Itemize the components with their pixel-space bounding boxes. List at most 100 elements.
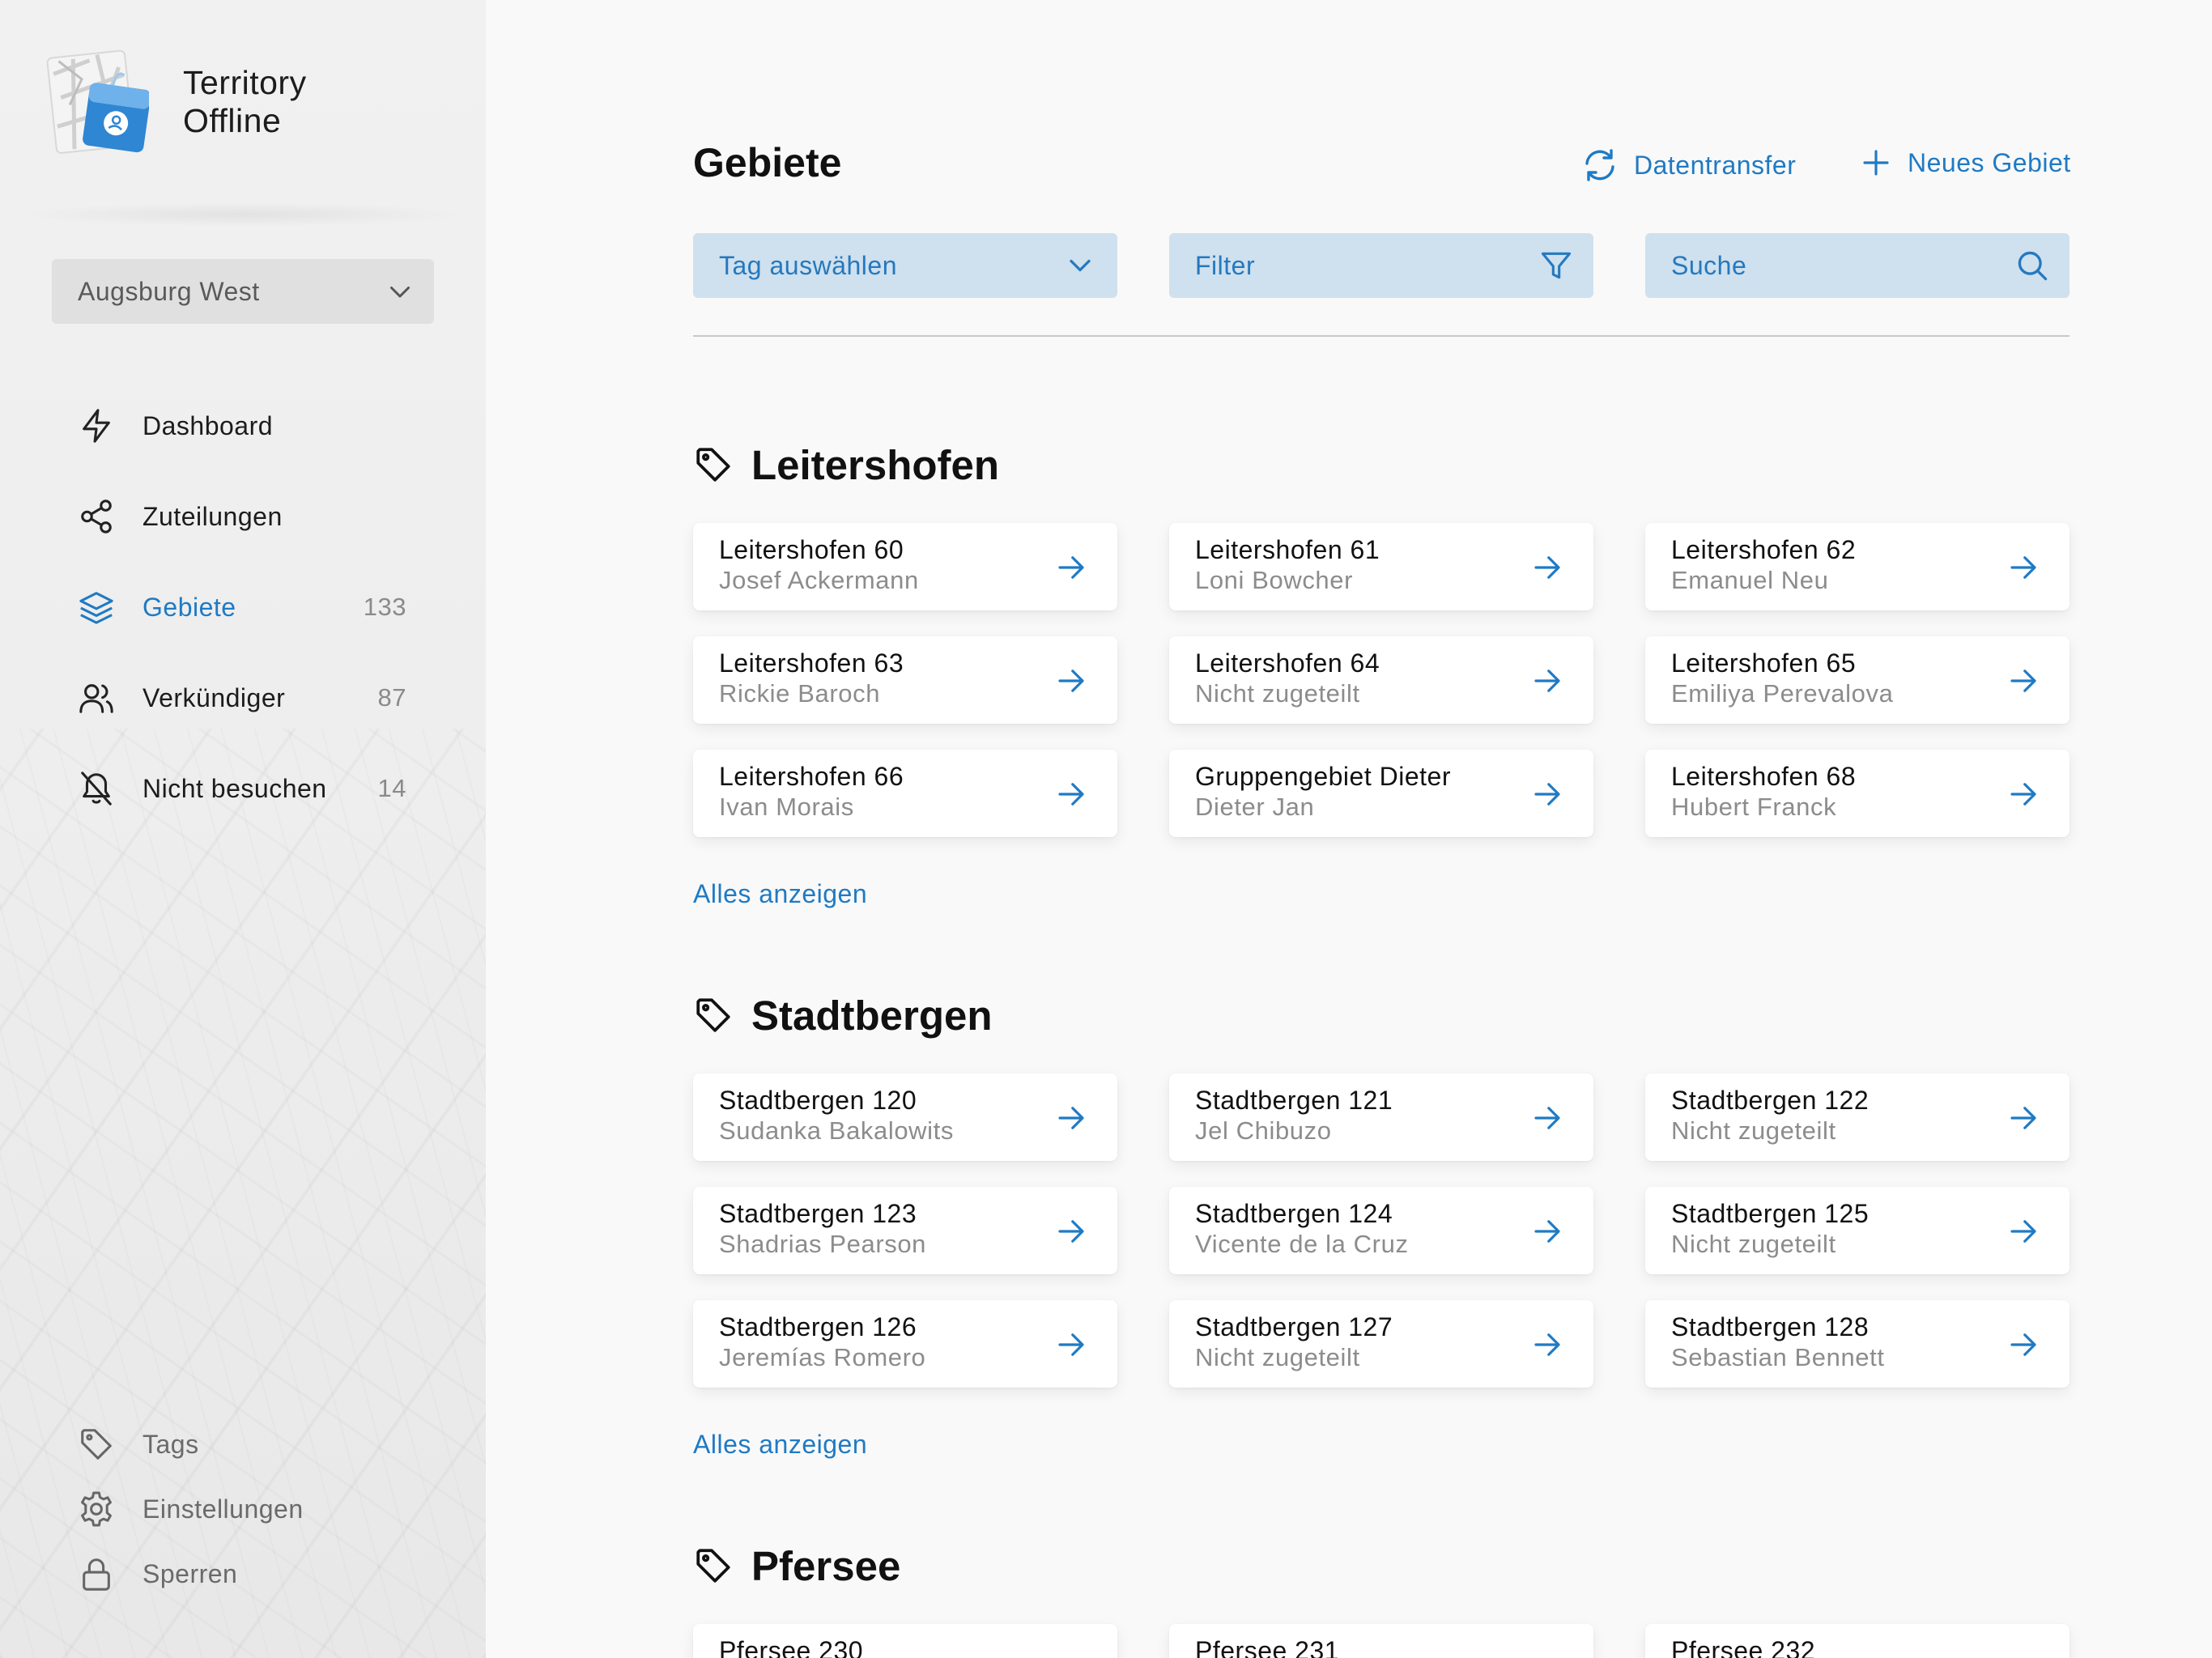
bottom-nav: Tags Einstellungen Sperren (0, 1412, 486, 1606)
section-title: Leitershofen (751, 441, 1000, 488)
territory-name: Pfersee 232 (1671, 1636, 1816, 1658)
arrow-right-icon (2010, 1107, 2036, 1129)
sidebar: Territory Offline Augsburg West Dashboar… (0, 0, 486, 1658)
assignee-name: Sebastian Bennett (1671, 1343, 1885, 1371)
search-input[interactable]: Suche (1645, 233, 2069, 298)
territory-name: Leitershofen 61 (1195, 535, 1380, 564)
territory-name: Pfersee 231 (1195, 1636, 1340, 1658)
search-icon (2014, 248, 2050, 290)
arrow-right-icon (1058, 783, 1084, 806)
chevron-down-icon (385, 277, 415, 312)
data-transfer-button[interactable]: Datentransfer (1580, 146, 1796, 185)
header-divider (693, 335, 2069, 337)
data-transfer-label: Datentransfer (1634, 150, 1797, 180)
nav-item-label: Nicht besuchen (143, 773, 327, 803)
assignee-name: Ivan Morais (719, 793, 854, 821)
section-stadtbergen: Stadtbergen Stadtbergen 120 Sudanka Baka… (693, 983, 2069, 1459)
nav-item-count: 14 (377, 774, 406, 802)
nav-item-dashboard[interactable]: Dashboard (0, 380, 486, 471)
assignee-name: Dieter Jan (1195, 793, 1315, 821)
nav-item-count: 87 (377, 683, 406, 712)
territory-card[interactable]: Leitershofen 63 Rickie Baroch (693, 636, 1117, 724)
assignee-name: Jeremías Romero (719, 1343, 926, 1371)
tag-select[interactable]: Tag auswählen (693, 233, 1117, 298)
funnel-icon (1538, 248, 1574, 290)
territory-card[interactable]: Stadtbergen 123 Shadrias Pearson (693, 1187, 1117, 1274)
arrow-right-icon (1058, 556, 1084, 579)
gear-icon (76, 1489, 117, 1529)
territory-card[interactable]: Leitershofen 65 Emiliya Perevalova (1645, 636, 2069, 724)
main-nav: Dashboard Zuteilungen Gebiete 133 Verkün… (0, 380, 486, 834)
territory-name: Gruppengebiet Dieter (1195, 762, 1451, 791)
users-icon (76, 678, 117, 718)
territory-name: Leitershofen 62 (1671, 535, 1857, 564)
tag-select-placeholder: Tag auswählen (719, 250, 897, 280)
app-name-line2: Offline (183, 102, 282, 139)
assignee-name: Sudanka Bakalowits (719, 1116, 954, 1145)
share-icon (76, 496, 117, 537)
assignee-name: Nicht zugeteilt (1671, 1230, 1836, 1258)
nav-item-label: Tags (143, 1429, 199, 1459)
territory-card[interactable]: Leitershofen 60 Josef Ackermann (693, 523, 1117, 610)
page-title: Gebiete (693, 140, 842, 185)
nav-item-label: Verkündiger (143, 682, 286, 712)
territory-name: Stadtbergen 127 (1195, 1312, 1393, 1341)
nav-item-count: 133 (363, 593, 406, 621)
bell-off-icon (76, 768, 117, 809)
nav-item-settings[interactable]: Einstellungen (0, 1477, 486, 1541)
nav-item-assignments[interactable]: Zuteilungen (0, 471, 486, 562)
arrow-right-icon (1058, 1220, 1084, 1243)
section-header: Leitershofen (693, 432, 2069, 497)
territory-name: Leitershofen 66 (719, 762, 904, 791)
section-header: Stadtbergen (693, 983, 2069, 1048)
lock-icon (76, 1554, 117, 1594)
territory-card[interactable]: Stadtbergen 126 Jeremías Romero (693, 1300, 1117, 1388)
arrow-right-icon (1534, 783, 1560, 806)
territory-card[interactable]: Leitershofen 61 Loni Bowcher (1169, 523, 1593, 610)
assignee-name: Nicht zugeteilt (1195, 1343, 1360, 1371)
territory-card[interactable]: Stadtbergen 120 Sudanka Bakalowits (693, 1073, 1117, 1161)
nav-item-publishers[interactable]: Verkündiger 87 (0, 653, 486, 743)
show-all-link[interactable]: Alles anzeigen (693, 1430, 867, 1460)
filter-select[interactable]: Filter (1169, 233, 1593, 298)
new-territory-button[interactable]: Neues Gebiet (1859, 146, 2071, 180)
arrow-right-icon (1058, 670, 1084, 692)
assignee-name: Hubert Franck (1671, 793, 1837, 821)
main-content: Gebiete Datentransfer Neues Gebiet Tag a… (486, 0, 2212, 1658)
show-all-link[interactable]: Alles anzeigen (693, 879, 867, 909)
section-title: Stadtbergen (751, 992, 993, 1039)
territory-name: Stadtbergen 123 (719, 1199, 917, 1228)
tag-icon (696, 1549, 730, 1583)
assignee-name: Emanuel Neu (1671, 566, 1829, 594)
territory-card[interactable]: Stadtbergen 125 Nicht zugeteilt (1645, 1187, 2069, 1274)
territory-card[interactable]: Stadtbergen 121 Jel Chibuzo (1169, 1073, 1593, 1161)
territory-card[interactable]: Stadtbergen 122 Nicht zugeteilt (1645, 1073, 2069, 1161)
territory-card[interactable]: Pfersee 232 (1645, 1624, 2069, 1658)
territory-card[interactable]: Stadtbergen 128 Sebastian Bennett (1645, 1300, 2069, 1388)
territory-card[interactable]: Leitershofen 66 Ivan Morais (693, 750, 1117, 837)
congregation-select-value: Augsburg West (78, 276, 260, 306)
new-territory-label: Neues Gebiet (1908, 147, 2071, 177)
territory-name: Stadtbergen 128 (1671, 1312, 1870, 1341)
territory-card[interactable]: Pfersee 230 (693, 1624, 1117, 1658)
nav-item-territories[interactable]: Gebiete 133 (0, 562, 486, 653)
territory-card[interactable]: Stadtbergen 127 Nicht zugeteilt (1169, 1300, 1593, 1388)
assignee-name: Emiliya Perevalova (1671, 679, 1894, 708)
nav-item-label: Einstellungen (143, 1494, 304, 1524)
nav-item-label: Gebiete (143, 592, 236, 622)
territory-card[interactable]: Stadtbergen 124 Vicente de la Cruz (1169, 1187, 1593, 1274)
nav-item-tags[interactable]: Tags (0, 1412, 486, 1477)
territory-card[interactable]: Leitershofen 64 Nicht zugeteilt (1169, 636, 1593, 724)
nav-item-lock[interactable]: Sperren (0, 1541, 486, 1606)
congregation-select[interactable]: Augsburg West (52, 259, 434, 324)
brand-divider-shadow (16, 202, 470, 227)
nav-item-label: Dashboard (143, 410, 274, 440)
territory-card[interactable]: Leitershofen 68 Hubert Franck (1645, 750, 2069, 837)
arrow-right-icon (2010, 783, 2036, 806)
arrow-right-icon (1534, 670, 1560, 692)
arrow-right-icon (2010, 670, 2036, 692)
territory-card[interactable]: Leitershofen 62 Emanuel Neu (1645, 523, 2069, 610)
territory-card[interactable]: Pfersee 231 (1169, 1624, 1593, 1658)
territory-card[interactable]: Gruppengebiet Dieter Dieter Jan (1169, 750, 1593, 837)
nav-item-do-not-visit[interactable]: Nicht besuchen 14 (0, 743, 486, 834)
